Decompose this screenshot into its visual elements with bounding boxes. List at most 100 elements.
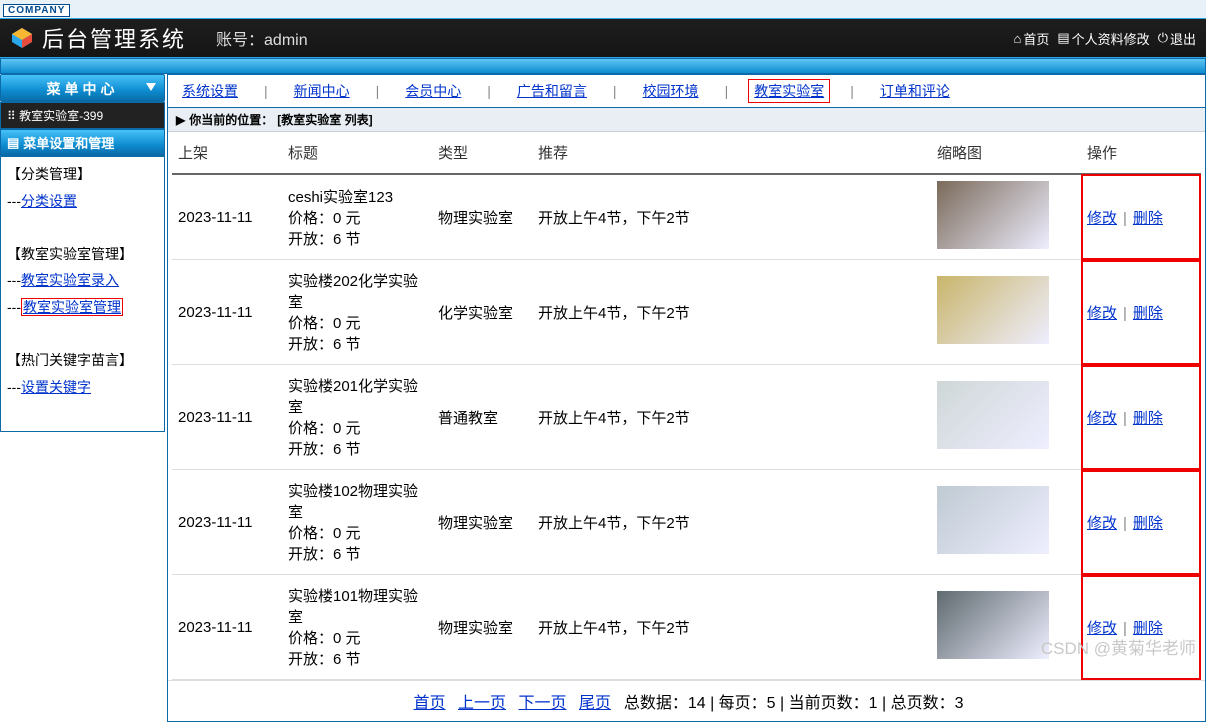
sidebar-section-header: ▤菜单设置和管理 xyxy=(0,129,165,156)
table-row: 2023-11-11ceshi实验室123价格：0 元开放：6 节物理实验室开放… xyxy=(172,174,1201,260)
thumbnail-image xyxy=(937,181,1049,249)
cell-thumb xyxy=(931,174,1081,260)
sidebar-link-lab-in[interactable]: 教室实验室录入 xyxy=(21,272,119,288)
cell-rec: 开放上午4节，下午2节 xyxy=(532,260,931,365)
delete-link[interactable]: 删除 xyxy=(1133,515,1163,532)
table-row: 2023-11-11实验楼202化学实验室价格：0 元开放：6 节化学实验室开放… xyxy=(172,260,1201,365)
tab-ads[interactable]: 广告和留言 xyxy=(511,79,593,103)
pager-stats: 总数据：14 | 每页：5 | 当前页数：1 | 总页数：3 xyxy=(624,695,964,712)
cell-ops: 修改|删除 xyxy=(1081,174,1201,260)
logo-icon xyxy=(10,26,34,50)
sidebar-group-title: 【分类管理】 xyxy=(7,161,158,188)
decorative-bar xyxy=(0,58,1206,74)
cell-rec: 开放上午4节，下午2节 xyxy=(532,365,931,470)
pager-first[interactable]: 首页 xyxy=(414,695,446,712)
thumbnail-image xyxy=(937,381,1049,449)
logout-link[interactable]: ⏻退出 xyxy=(1158,29,1196,48)
edit-link[interactable]: 修改 xyxy=(1087,305,1117,322)
cell-ops: 修改|删除 xyxy=(1081,260,1201,365)
delete-link[interactable]: 删除 xyxy=(1133,305,1163,322)
tab-news[interactable]: 新闻中心 xyxy=(288,79,356,103)
cell-date: 2023-11-11 xyxy=(172,575,282,680)
col-date: 上架 xyxy=(172,132,282,174)
sidebar-item: ---分类设置 xyxy=(7,188,158,215)
cell-ops: 修改|删除 xyxy=(1081,470,1201,575)
sidebar-link-kw-set[interactable]: 设置关键字 xyxy=(21,379,91,395)
sidebar-item: ---教室实验室录入 xyxy=(7,267,158,294)
col-thumb: 缩略图 xyxy=(931,132,1081,174)
thumbnail-image xyxy=(937,486,1049,554)
cell-date: 2023-11-11 xyxy=(172,260,282,365)
cell-date: 2023-11-11 xyxy=(172,365,282,470)
pager: 首页 上一页 下一页 尾页 总数据：14 | 每页：5 | 当前页数：1 | 总… xyxy=(168,680,1205,721)
delete-link[interactable]: 删除 xyxy=(1133,620,1163,637)
edit-link[interactable]: 修改 xyxy=(1087,515,1117,532)
cell-thumb xyxy=(931,470,1081,575)
cell-type: 物理实验室 xyxy=(432,575,532,680)
dots-icon: ⠿ xyxy=(7,109,16,123)
cell-type: 物理实验室 xyxy=(432,174,532,260)
nav-tabs: 系统设置|新闻中心|会员中心|广告和留言|校园环境|教室实验室|订单和评论 xyxy=(168,75,1205,108)
arrow-right-icon: ▶ xyxy=(176,113,185,127)
delete-link[interactable]: 删除 xyxy=(1133,210,1163,227)
col-title: 标题 xyxy=(282,132,432,174)
profile-link[interactable]: ▤个人资料修改 xyxy=(1057,29,1149,48)
tab-lab[interactable]: 教室实验室 xyxy=(748,79,830,103)
cell-ops: 修改|删除 xyxy=(1081,365,1201,470)
sidebar-item: ---设置关键字 xyxy=(7,374,158,401)
account-info: 账号：admin xyxy=(216,26,308,50)
sidebar: 菜单中心 ⠿ 教室实验室-399 ▤菜单设置和管理 【分类管理】---分类设置【… xyxy=(0,74,165,722)
cell-rec: 开放上午4节，下午2节 xyxy=(532,470,931,575)
data-table: 上架 标题 类型 推荐 缩略图 操作 2023-11-11ceshi实验室123… xyxy=(172,132,1201,680)
cell-title: 实验楼102物理实验室价格：0 元开放：6 节 xyxy=(282,470,432,575)
table-row: 2023-11-11实验楼201化学实验室价格：0 元开放：6 节普通教室开放上… xyxy=(172,365,1201,470)
cell-date: 2023-11-11 xyxy=(172,470,282,575)
sidebar-link-cat-set[interactable]: 分类设置 xyxy=(21,193,77,209)
list-icon: ▤ xyxy=(7,135,19,151)
tab-member[interactable]: 会员中心 xyxy=(399,79,467,103)
pager-last[interactable]: 尾页 xyxy=(579,695,611,712)
sidebar-group-title: 【热门关键字苗言】 xyxy=(7,347,158,374)
cell-thumb xyxy=(931,260,1081,365)
sidebar-link-lab-mgr[interactable]: 教室实验室管理 xyxy=(21,298,123,316)
thumbnail-image xyxy=(937,276,1049,344)
col-type: 类型 xyxy=(432,132,532,174)
cell-title: 实验楼101物理实验室价格：0 元开放：6 节 xyxy=(282,575,432,680)
sidebar-menu: 【分类管理】---分类设置【教室实验室管理】---教室实验室录入---教室实验室… xyxy=(0,156,165,432)
edit-link[interactable]: 修改 xyxy=(1087,410,1117,427)
company-tag: COMPANY xyxy=(0,0,1206,18)
profile-icon: ▤ xyxy=(1057,30,1069,46)
app-title: 后台管理系统 xyxy=(42,22,186,54)
menu-center-header[interactable]: 菜单中心 xyxy=(0,74,165,102)
pager-prev[interactable]: 上一页 xyxy=(458,695,506,712)
cell-title: 实验楼202化学实验室价格：0 元开放：6 节 xyxy=(282,260,432,365)
power-icon: ⏻ xyxy=(1158,30,1168,46)
cell-thumb xyxy=(931,575,1081,680)
mini-breadcrumb: ⠿ 教室实验室-399 xyxy=(0,102,165,129)
sidebar-group-title: 【教室实验室管理】 xyxy=(7,241,158,268)
thumbnail-image xyxy=(937,591,1049,659)
pager-next[interactable]: 下一页 xyxy=(518,695,566,712)
edit-link[interactable]: 修改 xyxy=(1087,210,1117,227)
cell-type: 化学实验室 xyxy=(432,260,532,365)
delete-link[interactable]: 删除 xyxy=(1133,410,1163,427)
cell-ops: 修改|删除 xyxy=(1081,575,1201,680)
tab-sys[interactable]: 系统设置 xyxy=(176,79,244,103)
breadcrumb: ▶ 你当前的位置： [教室实验室 列表] xyxy=(168,108,1205,132)
cell-title: 实验楼201化学实验室价格：0 元开放：6 节 xyxy=(282,365,432,470)
cell-date: 2023-11-11 xyxy=(172,174,282,260)
tab-order[interactable]: 订单和评论 xyxy=(874,79,956,103)
tab-campus[interactable]: 校园环境 xyxy=(637,79,705,103)
cell-type: 物理实验室 xyxy=(432,470,532,575)
sidebar-item: ---教室实验室管理 xyxy=(7,294,158,321)
home-link[interactable]: ⌂首页 xyxy=(1014,29,1050,48)
home-icon: ⌂ xyxy=(1014,31,1022,46)
cell-title: ceshi实验室123价格：0 元开放：6 节 xyxy=(282,174,432,260)
app-header: 后台管理系统 账号：admin ⌂首页 ▤个人资料修改 ⏻退出 xyxy=(0,18,1206,58)
col-rec: 推荐 xyxy=(532,132,931,174)
cell-thumb xyxy=(931,365,1081,470)
table-row: 2023-11-11实验楼101物理实验室价格：0 元开放：6 节物理实验室开放… xyxy=(172,575,1201,680)
table-row: 2023-11-11实验楼102物理实验室价格：0 元开放：6 节物理实验室开放… xyxy=(172,470,1201,575)
col-op: 操作 xyxy=(1081,132,1201,174)
edit-link[interactable]: 修改 xyxy=(1087,620,1117,637)
